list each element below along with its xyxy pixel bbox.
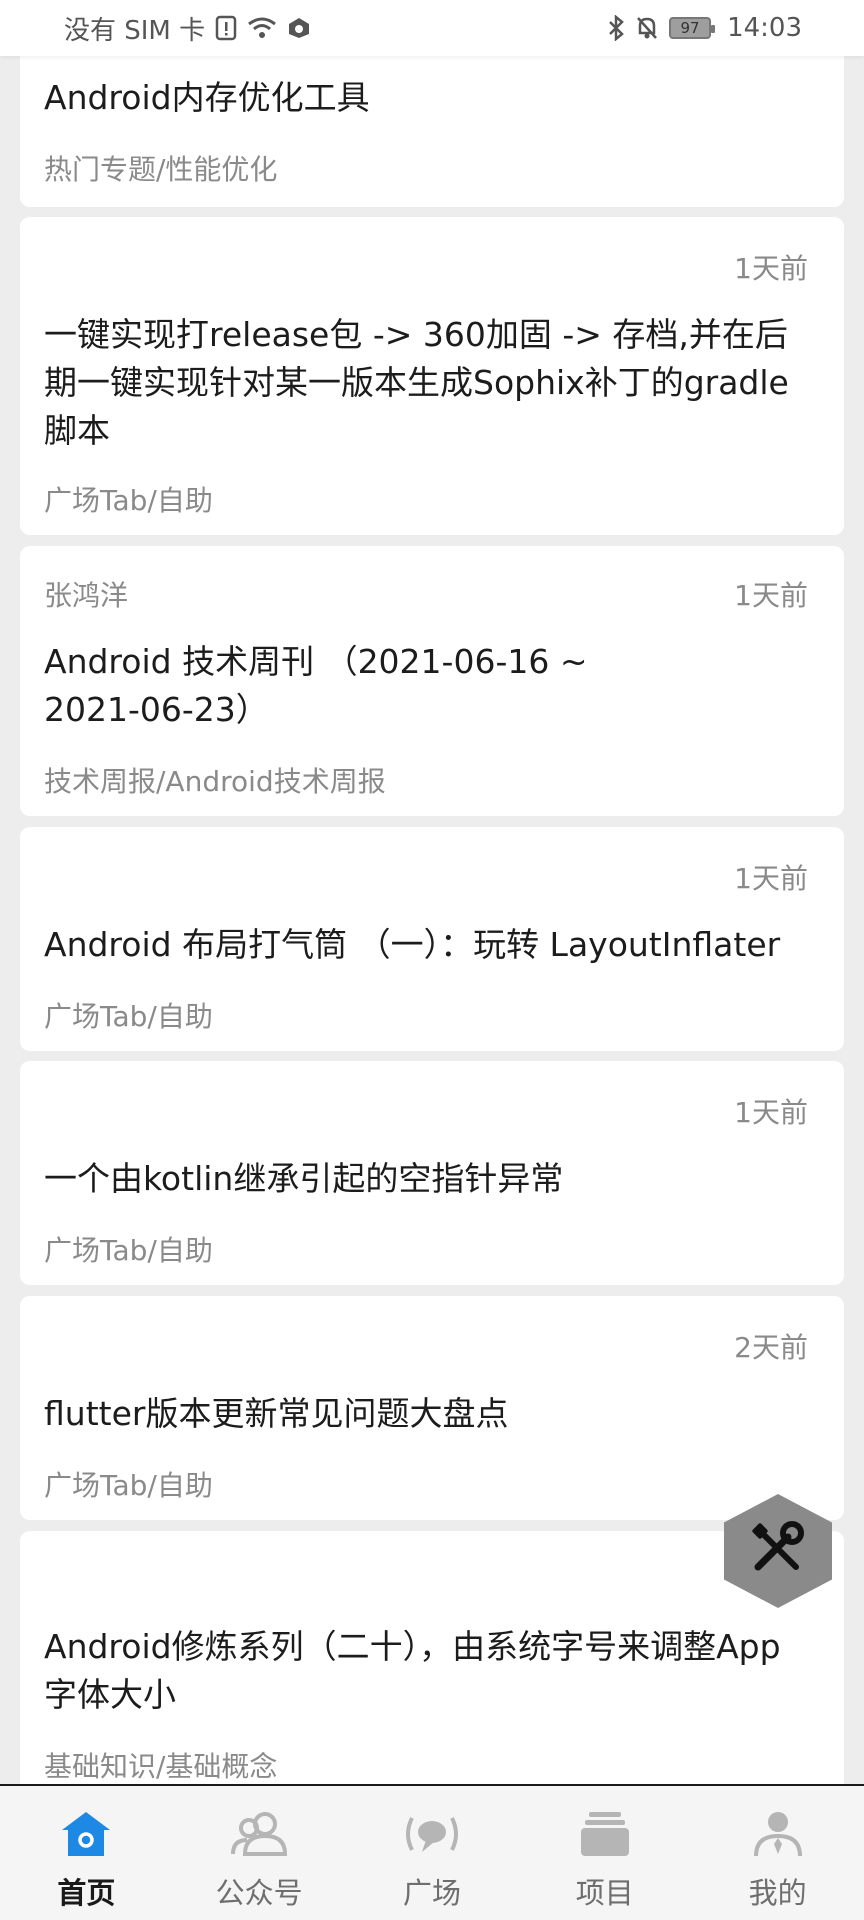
article-title: Android 技术周刊 （2021-06-16 ~ 2021-06-23） (44, 642, 588, 729)
article-time: 1天前 (734, 862, 808, 895)
article-time: 1天前 (734, 579, 808, 612)
article-title: Android 布局打气筒 （一）：玩转 LayoutInflater (44, 925, 781, 964)
tools-icon (748, 1519, 808, 1583)
article-card[interactable]: 1天前 一键实现打release包 -> 360加固 -> 存档,并在后期一键实… (20, 217, 844, 535)
nav-item-projects[interactable]: 项目 (519, 1786, 691, 1912)
status-right: 97 14:03 (607, 13, 802, 43)
article-card[interactable]: Android内存优化工具 热门专题/性能优化 (20, 30, 844, 207)
article-category[interactable]: 广场Tab/自助 (44, 479, 213, 519)
broadcast-icon (404, 1808, 460, 1860)
nav-item-square[interactable]: 广场 (346, 1786, 518, 1912)
article-category[interactable]: 基础知识/基础概念 (44, 1745, 277, 1784)
carrier-text: 没有 SIM 卡 (64, 15, 206, 46)
article-time: 1天前 (734, 252, 808, 285)
article-card[interactable]: 1天前 一个由kotlin继承引起的空指针异常 广场Tab/自助 (20, 1061, 844, 1285)
wifi-icon (247, 16, 277, 40)
mute-icon (635, 15, 659, 41)
nav-item-official-accounts[interactable]: 公众号 (173, 1786, 345, 1912)
battery-level: 97 (680, 19, 700, 37)
people-icon (231, 1808, 288, 1860)
article-title: Android修炼系列（二十），由系统字号来调整App 字体大小 (44, 1627, 781, 1714)
nav-label: 项目 (575, 1876, 634, 1910)
nav-label: 我的 (748, 1876, 807, 1910)
nav-label: 广场 (402, 1876, 461, 1910)
sim-alert-icon (215, 15, 237, 41)
article-card[interactable]: 1天前 Android 布局打气筒 （一）：玩转 LayoutInflater … (20, 827, 844, 1051)
bottom-nav: 首页 公众号 广场 项目 我的 (0, 1784, 864, 1920)
nav-item-mine[interactable]: 我的 (692, 1786, 864, 1912)
article-time: 1天前 (734, 1096, 808, 1129)
article-feed[interactable]: Android内存优化工具 热门专题/性能优化 1天前 一键实现打release… (0, 0, 864, 1784)
article-author[interactable]: 张鸿洋 (44, 574, 128, 614)
article-title: 一键实现打release包 -> 360加固 -> 存档,并在后期一键实现针对某… (44, 315, 789, 450)
folder-icon (577, 1808, 633, 1860)
battery-icon: 97 (669, 17, 716, 39)
article-title: flutter版本更新常见问题大盘点 (44, 1394, 509, 1433)
nav-label: 公众号 (215, 1876, 303, 1910)
article-category[interactable]: 热门专题/性能优化 (44, 148, 277, 188)
data-icon (287, 16, 311, 40)
article-title: 一个由kotlin继承引起的空指针异常 (44, 1159, 564, 1198)
article-category[interactable]: 广场Tab/自助 (44, 995, 213, 1035)
article-title: Android内存优化工具 (44, 78, 370, 117)
article-time: 2天前 (734, 1331, 808, 1364)
bluetooth-icon (607, 15, 625, 41)
nav-label: 首页 (57, 1876, 116, 1910)
article-card[interactable]: Android修炼系列（二十），由系统字号来调整App 字体大小 基础知识/基础… (20, 1531, 844, 1784)
article-card[interactable]: 2天前 flutter版本更新常见问题大盘点 广场Tab/自助 (20, 1296, 844, 1520)
person-icon (750, 1808, 806, 1860)
clock: 14:03 (727, 13, 802, 43)
article-category[interactable]: 广场Tab/自助 (44, 1464, 213, 1504)
article-category[interactable]: 技术周报/Android技术周报 (44, 760, 386, 800)
article-category[interactable]: 广场Tab/自助 (44, 1229, 213, 1269)
status-bar: 没有 SIM 卡 97 14:03 (0, 0, 864, 56)
nav-item-home[interactable]: 首页 (0, 1786, 172, 1912)
home-icon (58, 1808, 114, 1860)
article-card[interactable]: 张鸿洋 1天前 Android 技术周刊 （2021-06-16 ~ 2021-… (20, 546, 844, 816)
app-screen: Android内存优化工具 热门专题/性能优化 1天前 一键实现打release… (0, 0, 864, 1920)
status-left: 没有 SIM 卡 (64, 10, 311, 47)
